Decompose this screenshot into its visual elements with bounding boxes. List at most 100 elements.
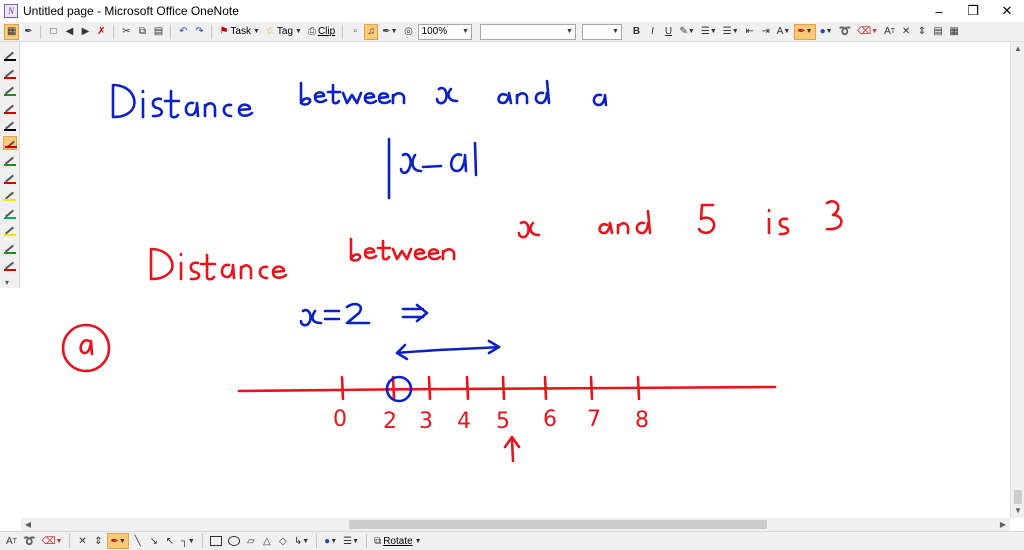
highlighter-icon[interactable]: ● ▼ [818, 24, 835, 40]
forward-icon[interactable]: ▶ [78, 24, 92, 40]
paste-icon[interactable]: ▤ [151, 24, 165, 40]
line-tool-icon[interactable]: ╲ [131, 533, 145, 549]
scroll-left-icon[interactable]: ◀ [21, 518, 35, 531]
triangle-tool-icon[interactable]: △ [260, 533, 274, 549]
rotate-icon: ⧉ [374, 535, 382, 547]
pen-color-swatch [4, 199, 16, 201]
task-button[interactable]: ⚑ Task ▼ [217, 24, 261, 40]
font-size-select[interactable]: ▼ [581, 23, 622, 40]
scroll-up-icon[interactable]: ▲ [1011, 42, 1024, 56]
close-button[interactable]: ✕ [990, 0, 1024, 22]
more-pens-icon[interactable]: ▾ [5, 278, 9, 287]
zoom-select[interactable]: 100% ▼ [417, 23, 472, 40]
pen-preset-11[interactable] [3, 223, 17, 237]
vertical-scroll-thumb[interactable] [1014, 490, 1022, 504]
vertical-scrollbar[interactable]: ▲ ▼ [1010, 42, 1024, 518]
lasso-icon[interactable]: ➰ [21, 533, 37, 549]
shape-color-icon[interactable]: ● ▼ [322, 533, 339, 549]
clip-button[interactable]: ⎙ Clip [306, 24, 337, 40]
tick-label-5: 5 [496, 409, 510, 434]
pen-mode-icon[interactable]: ✒ ▼ [380, 24, 399, 40]
page-view-icon[interactable]: ▦ [4, 23, 20, 40]
insert-space-icon[interactable]: ✕ [75, 533, 89, 549]
pen-color-swatch [4, 216, 16, 219]
window-controls: – ❐ ✕ [922, 0, 1024, 22]
pen-preset-6[interactable] [3, 135, 17, 150]
zoom-icon[interactable]: ◎ [402, 24, 416, 40]
bullets-icon[interactable]: ☰ ▼ [699, 24, 719, 40]
audio-icon[interactable]: ♫ [364, 23, 379, 40]
insert-space-icon[interactable]: ✕ [899, 24, 913, 40]
vertical-space-icon[interactable]: ⇕ [91, 533, 105, 549]
pen-preset-5[interactable] [3, 118, 17, 132]
note-canvas[interactable]: 0 2 3 4 5 6 7 8 [21, 43, 1011, 518]
cut-icon[interactable]: ✂ [119, 24, 133, 40]
pen-color-swatch [4, 269, 16, 271]
arrow-tool-icon[interactable]: ↘ [147, 533, 161, 549]
rotate-button[interactable]: ⧉ Rotate ▼ [372, 533, 424, 549]
italic-button[interactable]: I [646, 24, 660, 40]
horizontal-scrollbar[interactable]: ◀ ▶ [21, 518, 1010, 531]
bold-button[interactable]: B [630, 24, 644, 40]
scroll-down-icon[interactable]: ▼ [1011, 504, 1024, 518]
tick-label-8: 8 [635, 408, 649, 433]
back-icon[interactable]: ◀ [62, 24, 76, 40]
highlight-icon[interactable]: ✎ ▼ [678, 24, 697, 40]
double-arrow-tool-icon[interactable]: ↖ [163, 533, 177, 549]
horizontal-scroll-thumb[interactable] [349, 520, 767, 529]
pen-preset-8[interactable] [3, 171, 17, 185]
outdent-icon[interactable]: ⇤ [743, 24, 757, 40]
ink-line-distance-between-x-and-a [111, 79, 608, 119]
title-bar: N Untitled page - Microsoft Office OneNo… [0, 0, 1024, 22]
pen-preset-13[interactable] [3, 258, 17, 272]
font-color-icon[interactable]: A ▼ [775, 24, 793, 40]
pen-preset-4[interactable] [3, 101, 17, 115]
page-icon[interactable]: ▤ [931, 24, 945, 40]
options-icon[interactable]: ▦ [947, 24, 961, 40]
scroll-right-icon[interactable]: ▶ [996, 518, 1010, 531]
ink-to-text-icon[interactable]: AT [4, 533, 19, 549]
underline-button[interactable]: U [662, 24, 676, 40]
pen-tool-icon[interactable]: ✒ [21, 24, 35, 40]
restore-button[interactable]: ❐ [956, 0, 990, 22]
pen-preset-3[interactable] [3, 83, 17, 97]
undo-icon[interactable]: ↶ [176, 24, 190, 40]
pen-color-icon[interactable]: ✒ ▼ [794, 23, 816, 40]
full-page-view-icon[interactable]: ▫ [348, 24, 362, 40]
pen-preset-10[interactable] [3, 206, 17, 220]
ellipse-tool-icon[interactable] [226, 533, 242, 549]
pen-color-swatch [4, 76, 16, 79]
ink-double-arrow [395, 339, 501, 361]
numbering-icon[interactable]: ☰ ▼ [721, 24, 741, 40]
copy-icon[interactable]: ⧉ [135, 24, 149, 40]
connector-tool-icon[interactable]: ↳ ▼ [292, 533, 311, 549]
onenote-app-icon[interactable]: N [4, 4, 18, 18]
eraser-icon[interactable]: ⌫ ▼ [855, 24, 880, 40]
line-weight-icon[interactable]: ☰ ▼ [341, 533, 361, 549]
tick-label-7: 7 [587, 407, 601, 432]
indent-icon[interactable]: ⇥ [759, 24, 773, 40]
font-select[interactable]: ▼ [479, 23, 576, 40]
vertical-space-icon[interactable]: ⇕ [915, 24, 929, 40]
pen-color-icon[interactable]: ✒ ▼ [107, 533, 129, 549]
pen-preset-12[interactable] [3, 241, 17, 255]
pen-preset-1[interactable] [3, 48, 17, 62]
lasso-icon[interactable]: ➰ [837, 24, 853, 40]
ink-to-text-icon[interactable]: AT [882, 24, 897, 40]
delete-icon[interactable]: ✗ [94, 24, 108, 40]
eraser-icon[interactable]: ⌫ ▼ [39, 533, 64, 549]
rectangle-tool-icon[interactable] [208, 533, 224, 549]
tag-button[interactable]: ☆ Tag ▼ [264, 24, 304, 40]
new-page-icon[interactable]: □ [46, 24, 60, 40]
minimize-button[interactable]: – [922, 0, 956, 22]
number-line-labels: 0 2 3 4 5 6 7 8 [333, 407, 649, 434]
pen-preset-2[interactable] [3, 66, 17, 80]
redo-icon[interactable]: ↷ [192, 24, 206, 40]
pen-color-swatch [4, 181, 16, 184]
pen-preset-9[interactable] [3, 188, 17, 202]
parallelogram-tool-icon[interactable]: ▱ [244, 533, 258, 549]
diamond-tool-icon[interactable]: ◇ [276, 533, 290, 549]
pen-preset-7[interactable] [3, 153, 17, 167]
pen-color-swatch [4, 234, 16, 236]
axes-tool-icon[interactable]: ┐ ▼ [179, 533, 197, 549]
